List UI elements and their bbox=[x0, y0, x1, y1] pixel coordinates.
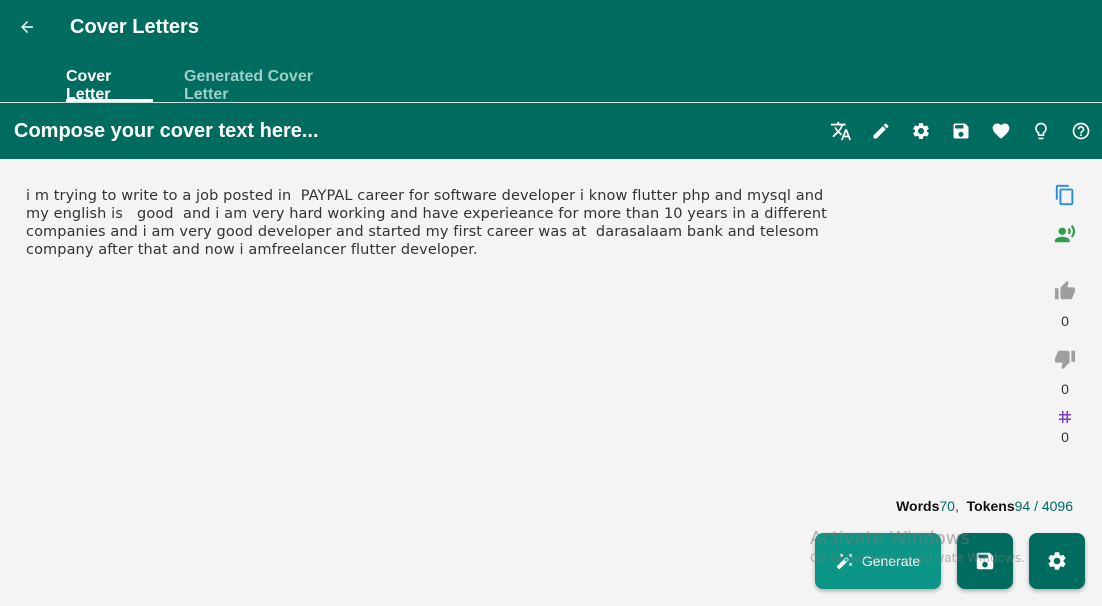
translate-icon bbox=[830, 121, 852, 141]
like-button[interactable] bbox=[1053, 279, 1077, 303]
help-icon bbox=[1072, 122, 1090, 140]
dislike-button[interactable] bbox=[1053, 347, 1077, 371]
edit-button[interactable] bbox=[870, 120, 892, 142]
help-button[interactable] bbox=[1070, 120, 1092, 142]
speaker-person-icon bbox=[1054, 224, 1076, 243]
tab-generated-cover-letter[interactable]: Generated Cover Letter bbox=[184, 68, 350, 103]
settings-fab[interactable] bbox=[1029, 533, 1085, 589]
hash-count: 0 bbox=[1061, 429, 1069, 445]
generate-button[interactable]: Generate bbox=[815, 533, 941, 589]
lightbulb-icon bbox=[1035, 122, 1047, 140]
heart-icon bbox=[992, 123, 1010, 139]
save-icon bbox=[976, 552, 994, 570]
tokens-label: Tokens bbox=[966, 498, 1015, 514]
like-count: 0 bbox=[1061, 313, 1069, 329]
save-button[interactable] bbox=[950, 120, 972, 142]
generate-label: Generate bbox=[861, 553, 921, 569]
page-title: Cover Letters bbox=[70, 16, 199, 38]
pencil-icon bbox=[873, 123, 889, 139]
thumbs-down-icon bbox=[1054, 350, 1076, 370]
save-fab[interactable] bbox=[957, 533, 1013, 589]
back-button[interactable] bbox=[14, 14, 40, 40]
thumbs-up-icon bbox=[1054, 280, 1076, 300]
word-token-stats: Words70, Tokens94 / 4096 bbox=[896, 498, 1073, 514]
dislike-count: 0 bbox=[1061, 381, 1069, 397]
cover-text-editor[interactable]: i m trying to write to a job posted in P… bbox=[26, 187, 836, 259]
words-label: Words bbox=[896, 498, 940, 514]
copy-button[interactable] bbox=[1053, 183, 1077, 207]
words-value: 70 bbox=[939, 498, 955, 514]
compose-toolbar: Compose your cover text here... bbox=[0, 103, 1102, 159]
hash-icon bbox=[1059, 411, 1071, 423]
copy-icon bbox=[1055, 184, 1074, 206]
settings-button[interactable] bbox=[910, 120, 932, 142]
magic-wand-icon bbox=[836, 553, 853, 570]
tab-label: Cover Letter bbox=[66, 68, 112, 103]
gear-icon bbox=[1048, 552, 1066, 570]
read-aloud-button[interactable] bbox=[1053, 222, 1077, 246]
tokens-value: 94 / 4096 bbox=[1014, 498, 1073, 514]
save-icon bbox=[953, 123, 969, 139]
gear-icon bbox=[913, 123, 929, 139]
toolbar-title: Compose your cover text here... bbox=[14, 120, 319, 142]
arrow-back-icon bbox=[21, 21, 33, 33]
tab-label: Generated Cover Letter bbox=[184, 68, 313, 103]
translate-button[interactable] bbox=[830, 120, 852, 142]
hash-button[interactable] bbox=[1053, 405, 1077, 429]
app-bar: Cover Letters Cover Letter Generated Cov… bbox=[0, 0, 1102, 103]
favorite-button[interactable] bbox=[990, 120, 1012, 142]
tab-cover-letter[interactable]: Cover Letter bbox=[66, 68, 153, 103]
ideas-button[interactable] bbox=[1030, 120, 1052, 142]
